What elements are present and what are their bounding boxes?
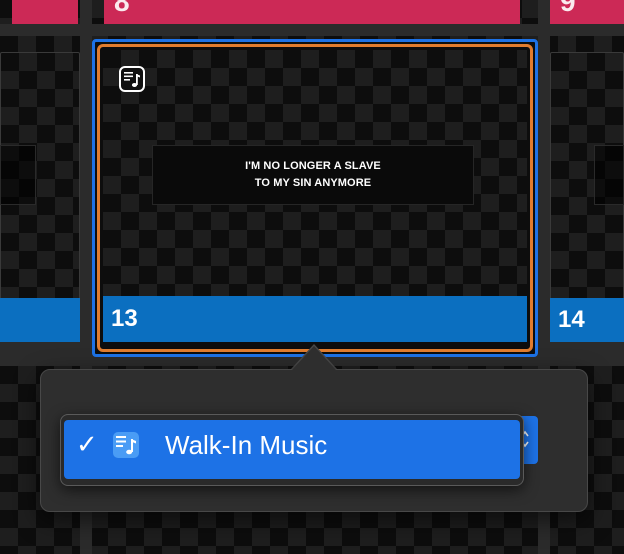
popover-arrow [292,346,336,370]
slide-label-bar-top-center: 8 [104,0,520,24]
checkmark-icon: ✓ [76,429,98,459]
action-dropdown-menu[interactable]: ✓ Walk-In Music [60,414,524,486]
slide-label-bar-left [0,298,80,342]
slide-label-bar-top-right: 9 [550,0,624,24]
slide-text-box: I'M NO LONGER A SLAVE TO MY SIN ANYMORE [152,145,474,205]
slide-label-bar-right: 14 [550,298,624,342]
slide-label-bar: 13 [103,296,527,342]
slide-text-box [0,145,36,205]
slide-number: 9 [560,0,576,17]
slide-label-bar-top-left [12,0,78,24]
playlist-music-icon [113,432,139,458]
menu-item-label: Walk-In Music [165,430,328,460]
slide-number: 8 [114,0,130,17]
slide-text-box [594,145,624,205]
music-note-icon [119,66,145,92]
top-row-gutter [0,24,624,36]
slide-number: 14 [558,306,585,333]
slide-number: 13 [111,305,138,332]
